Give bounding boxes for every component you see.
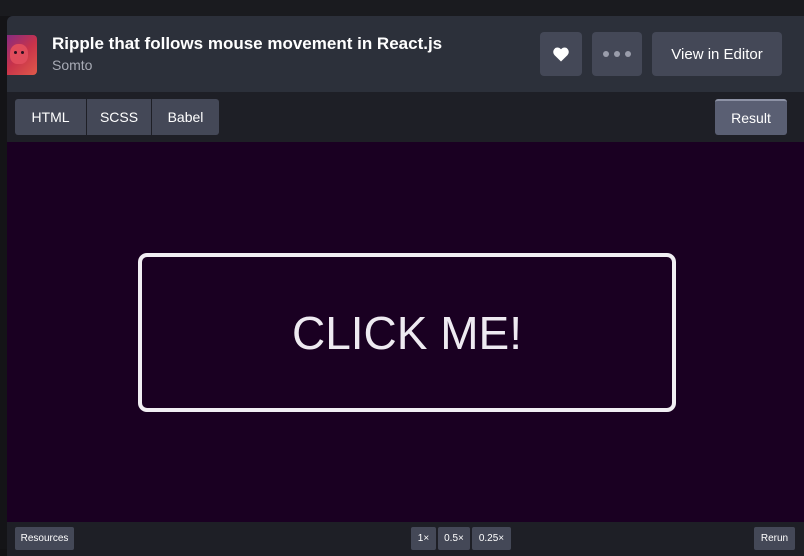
zoom-1x-button[interactable]: 1× (411, 527, 436, 550)
rerun-button[interactable]: Rerun (754, 527, 795, 550)
avatar-eye-icon (21, 51, 24, 54)
backdrop-top-strip (0, 0, 804, 16)
author-avatar[interactable] (7, 35, 37, 75)
zoom-quarter-button[interactable]: 0.25× (472, 527, 511, 550)
more-button[interactable] (592, 32, 642, 76)
embed-header: Ripple that follows mouse movement in Re… (7, 16, 804, 92)
heart-icon (553, 47, 569, 61)
avatar-face-icon (10, 44, 28, 64)
view-in-editor-button[interactable]: View in Editor (652, 32, 782, 76)
avatar-eye-icon (14, 51, 17, 54)
tab-babel[interactable]: Babel (152, 99, 219, 135)
tab-html[interactable]: HTML (15, 99, 86, 135)
click-me-button[interactable]: CLICK ME! (138, 253, 676, 412)
heart-button[interactable] (540, 32, 582, 76)
bottom-bar: Resources 1× 0.5× 0.25× Rerun (7, 522, 804, 556)
tabs-bar: HTML SCSS Babel Result (7, 92, 804, 141)
more-dots-icon (603, 51, 631, 57)
resources-button[interactable]: Resources (15, 527, 74, 550)
tab-scss[interactable]: SCSS (87, 99, 151, 135)
result-preview: CLICK ME! (7, 142, 804, 522)
codepen-embed: Ripple that follows mouse movement in Re… (7, 16, 804, 556)
tab-result[interactable]: Result (715, 99, 787, 135)
zoom-half-button[interactable]: 0.5× (438, 527, 470, 550)
pen-author[interactable]: Somto (52, 57, 92, 73)
pen-title[interactable]: Ripple that follows mouse movement in Re… (52, 34, 442, 54)
